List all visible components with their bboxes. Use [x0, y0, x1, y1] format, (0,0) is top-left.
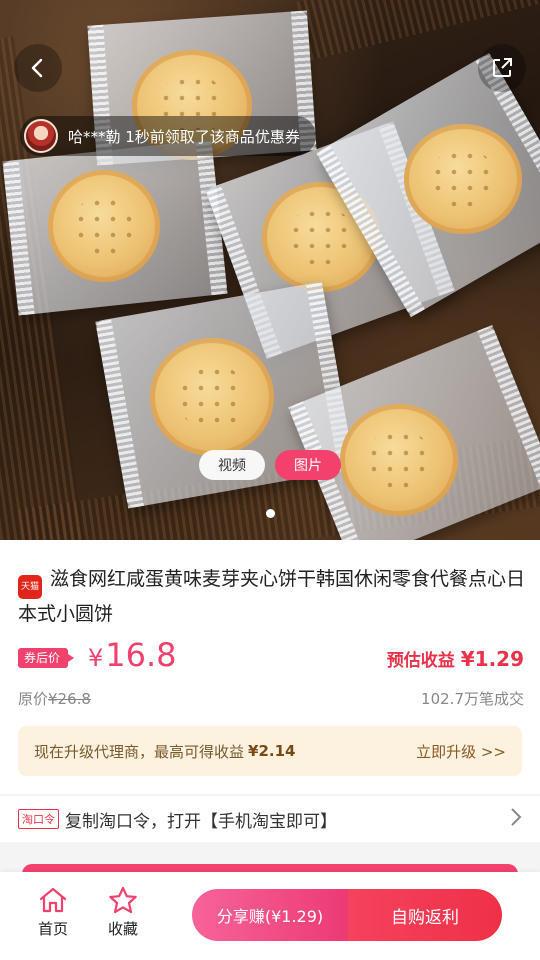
- share-external-icon: [493, 58, 512, 77]
- product-image-carousel[interactable]: 哈***勒 1秒前领取了该商品优惠券 视频 图片: [0, 0, 540, 540]
- coupon-price-tag: 券后价: [18, 648, 75, 668]
- product-title: 滋食网红咸蛋黄味麦芽夹心饼干韩国休闲零食代餐点心日本式小圆饼: [18, 568, 526, 625]
- coupon-claim-notice: 哈***勒 1秒前领取了该商品优惠券: [20, 116, 316, 156]
- media-tabs: 视频 图片: [199, 450, 341, 480]
- notice-text: 哈***勒 1秒前领取了该商品优惠券: [68, 127, 300, 146]
- price-value: 16.8: [105, 636, 177, 674]
- current-price: ¥16.8: [88, 636, 177, 674]
- tab-video[interactable]: 视频: [199, 450, 265, 480]
- nav-home-label: 首页: [37, 920, 68, 938]
- taokouling-text: 复制淘口令，打开【手机淘宝即可】: [65, 811, 337, 832]
- nav-home[interactable]: 首页: [25, 886, 81, 939]
- cta-group: 分享赚(¥1.29) 自购返利: [192, 889, 502, 941]
- upgrade-agent-banner[interactable]: 现在升级代理商，最高可得收益 ¥2.14 立即升级 >>: [18, 726, 522, 776]
- estimated-earnings: 预估收益 ¥1.29: [387, 646, 524, 671]
- earn-label: 预估收益: [386, 651, 455, 671]
- upgrade-amount: ¥2.14: [248, 742, 296, 760]
- currency-symbol: ¥: [88, 644, 104, 672]
- carousel-indicator: [0, 509, 540, 518]
- taokouling-row[interactable]: 淘口令 复制淘口令，打开【手机淘宝即可】: [0, 796, 540, 842]
- upgrade-text: 现在升级代理商，最高可得收益: [34, 742, 245, 761]
- tmall-badge-icon: 天猫: [18, 575, 42, 599]
- share-earn-button[interactable]: 分享赚(¥1.29): [192, 889, 348, 941]
- home-icon: [39, 887, 67, 913]
- original-price: ¥26.8: [48, 690, 91, 708]
- earn-value: ¥1.29: [460, 647, 524, 671]
- chevron-right-icon: [510, 807, 522, 832]
- share-button[interactable]: [478, 44, 526, 92]
- nav-favorite-label: 收藏: [107, 920, 138, 938]
- sales-count: 102.7万笔成交: [421, 690, 524, 708]
- price-row: 券后价 ¥16.8 预估收益 ¥1.29: [18, 636, 524, 678]
- back-button[interactable]: [14, 44, 62, 92]
- product-title-row: 天猫 滋食网红咸蛋黄味麦芽夹心饼干韩国休闲零食代餐点心日本式小圆饼: [18, 564, 526, 629]
- chevron-left-icon: [31, 58, 43, 78]
- star-icon: [109, 886, 137, 914]
- tab-photo[interactable]: 图片: [275, 450, 341, 480]
- carousel-dot[interactable]: [265, 509, 275, 518]
- product-info: 天猫 滋食网红咸蛋黄味麦芽夹心饼干韩国休闲零食代餐点心日本式小圆饼 券后价 ¥16…: [0, 540, 540, 794]
- biscuit: [404, 124, 522, 234]
- self-buy-rebate-button[interactable]: 自购返利: [348, 889, 502, 941]
- original-price-label: 原价: [18, 690, 49, 708]
- bottom-action-bar: 首页 收藏 分享赚(¥1.29) 自购返利: [0, 872, 540, 960]
- biscuit: [150, 338, 274, 456]
- avatar: [24, 119, 58, 153]
- upgrade-now-link[interactable]: 立即升级 >>: [416, 741, 506, 762]
- original-price-row: 原价¥26.8 102.7万笔成交: [18, 688, 524, 709]
- biscuit: [340, 404, 458, 516]
- taokouling-tag: 淘口令: [18, 809, 59, 829]
- biscuit: [48, 170, 160, 282]
- nav-favorite[interactable]: 收藏: [95, 886, 151, 939]
